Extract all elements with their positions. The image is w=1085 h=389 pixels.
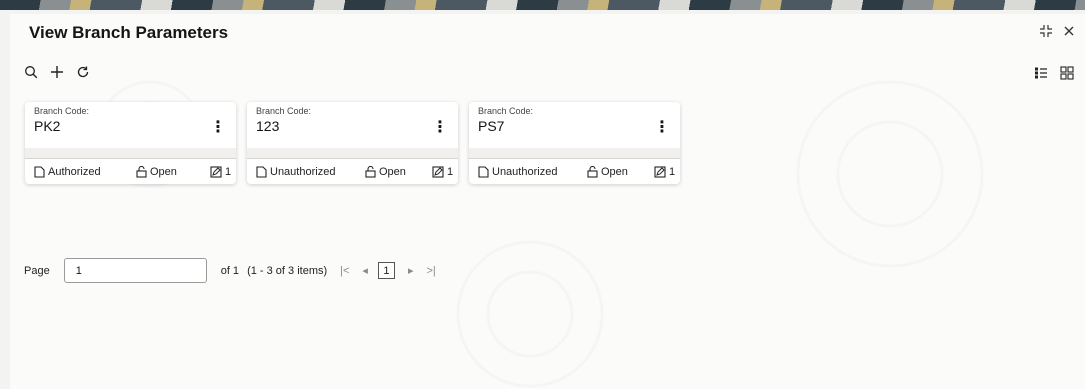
last-page-button[interactable]: >| xyxy=(426,265,435,277)
current-page-button[interactable]: 1 xyxy=(377,262,395,279)
items-count-text: (1 - 3 of 3 items) xyxy=(247,264,328,277)
modification-count: 1 xyxy=(210,166,231,178)
page-label: Page xyxy=(24,264,50,277)
card-header: Branch Code: PS7 ⋮ xyxy=(469,102,680,148)
branch-card[interactable]: Branch Code: 123 ⋮ Unauthorized Open 1 xyxy=(247,102,458,184)
card-label: Branch Code: xyxy=(34,106,90,116)
toolbar xyxy=(23,64,91,80)
document-icon xyxy=(34,166,45,178)
record-status-label: Open xyxy=(379,166,406,178)
window-controls xyxy=(1039,24,1075,42)
close-icon[interactable] xyxy=(1063,25,1075,41)
document-icon xyxy=(478,166,489,178)
branch-code-value: PS7 xyxy=(478,118,505,134)
unlock-icon xyxy=(136,166,147,178)
edit-icon xyxy=(654,166,666,178)
branch-card[interactable]: Branch Code: PS7 ⋮ Unauthorized Open 1 xyxy=(469,102,680,184)
document-icon xyxy=(256,166,267,178)
previous-page-button[interactable]: ◂ xyxy=(362,264,368,277)
kebab-menu-icon[interactable]: ⋮ xyxy=(432,120,448,136)
card-label: Branch Code: xyxy=(478,106,534,116)
record-status-label: Open xyxy=(601,166,628,178)
page-title: View Branch Parameters xyxy=(29,23,229,42)
modification-count-label: 1 xyxy=(225,166,232,178)
record-status: Open xyxy=(587,166,628,178)
edit-icon xyxy=(210,166,222,178)
page-number-input[interactable] xyxy=(63,258,207,283)
modification-count-label: 1 xyxy=(669,166,676,178)
card-footer: Unauthorized Open 1 xyxy=(247,160,458,184)
view-toggles xyxy=(1033,65,1075,81)
list-view-icon[interactable] xyxy=(1033,65,1049,81)
pagination: Page of 1 (1 - 3 of 3 items) |< ◂ 1 ▸ >| xyxy=(24,258,436,283)
auth-status-label: Unauthorized xyxy=(270,166,336,178)
record-status: Open xyxy=(365,166,406,178)
modification-count-label: 1 xyxy=(447,166,454,178)
top-banner-strip xyxy=(0,0,1085,10)
minimize-icon[interactable] xyxy=(1039,24,1053,42)
auth-status: Authorized xyxy=(34,166,101,178)
branch-card[interactable]: Branch Code: PK2 ⋮ Authorized Open 1 xyxy=(25,102,236,184)
add-icon[interactable] xyxy=(49,64,65,80)
card-label: Branch Code: xyxy=(256,106,312,116)
branch-code-value: 123 xyxy=(256,118,280,134)
auth-status: Unauthorized xyxy=(478,166,557,178)
unlock-icon xyxy=(587,166,598,178)
page-of-text: of 1 xyxy=(220,264,240,277)
card-divider xyxy=(247,148,458,159)
record-status-label: Open xyxy=(150,166,177,178)
kebab-menu-icon[interactable]: ⋮ xyxy=(654,120,670,136)
auth-status-label: Authorized xyxy=(48,166,101,178)
branch-code-value: PK2 xyxy=(34,118,61,134)
unlock-icon xyxy=(365,166,376,178)
kebab-menu-icon[interactable]: ⋮ xyxy=(210,120,226,136)
card-footer: Authorized Open 1 xyxy=(25,160,236,184)
grid-view-icon[interactable] xyxy=(1059,65,1075,81)
card-header: Branch Code: 123 ⋮ xyxy=(247,102,458,148)
refresh-icon[interactable] xyxy=(75,64,91,80)
modification-count: 1 xyxy=(432,166,453,178)
card-header: Branch Code: PK2 ⋮ xyxy=(25,102,236,148)
next-page-button[interactable]: ▸ xyxy=(408,264,414,277)
record-status: Open xyxy=(136,166,177,178)
card-footer: Unauthorized Open 1 xyxy=(469,160,680,184)
search-icon[interactable] xyxy=(23,64,39,80)
card-divider xyxy=(25,148,236,159)
card-divider xyxy=(469,148,680,159)
first-page-button[interactable]: |< xyxy=(340,265,349,277)
auth-status: Unauthorized xyxy=(256,166,335,178)
auth-status-label: Unauthorized xyxy=(492,166,558,178)
modification-count: 1 xyxy=(654,166,675,178)
edit-icon xyxy=(432,166,444,178)
view-branch-parameters-window: View Branch Parameters Branch Code: PK2 … xyxy=(10,14,1085,389)
